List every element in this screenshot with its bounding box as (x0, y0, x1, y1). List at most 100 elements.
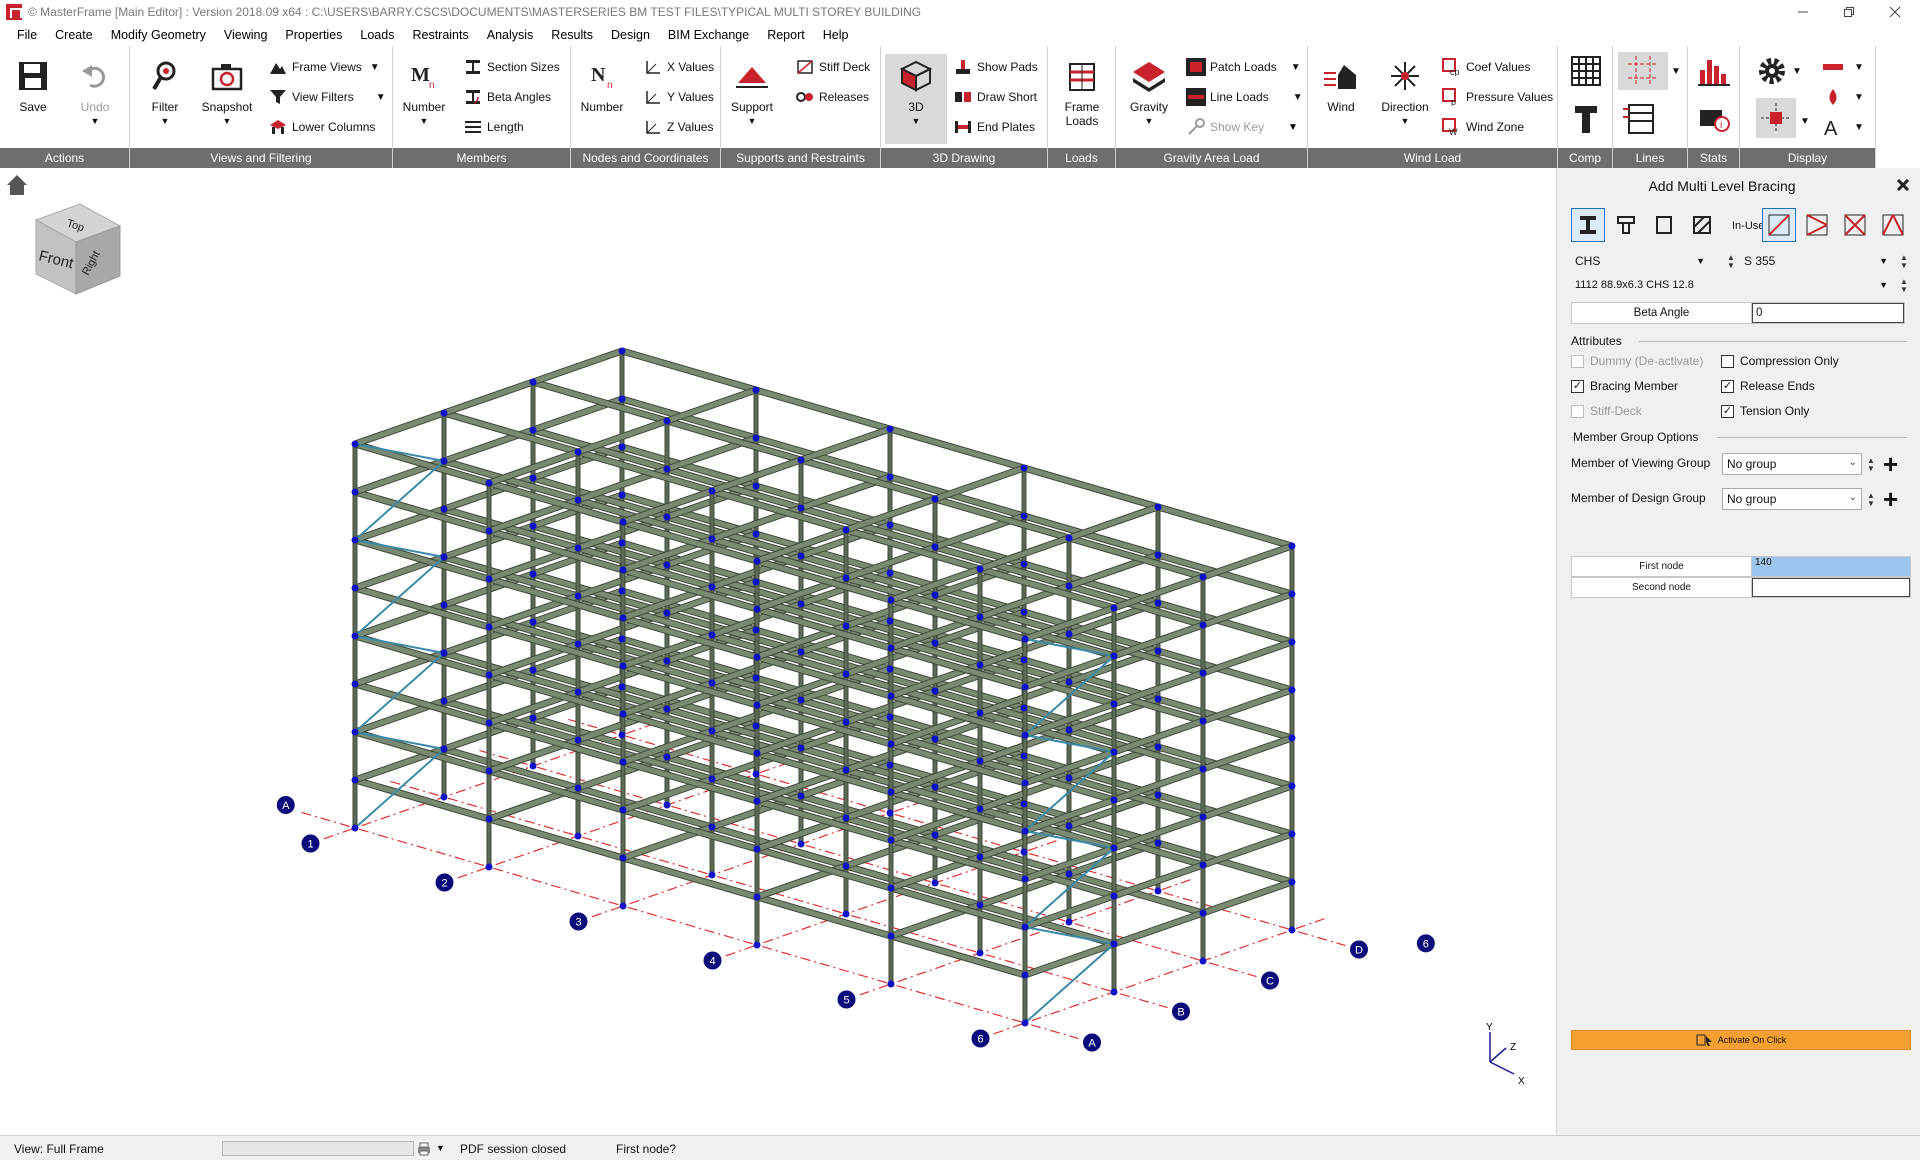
frame-node[interactable] (887, 644, 895, 652)
second-node-input[interactable] (1752, 578, 1910, 597)
frame-node[interactable] (618, 683, 626, 691)
frame-node[interactable] (351, 488, 359, 496)
frame-node[interactable] (842, 862, 850, 870)
close-window-button[interactable] (1872, 0, 1918, 24)
frame-node[interactable] (529, 618, 537, 626)
frame-node[interactable] (842, 622, 850, 630)
frame-node[interactable] (574, 448, 582, 456)
frame-node[interactable] (1288, 926, 1296, 934)
support-button[interactable]: Support ▼ (721, 54, 783, 144)
activate-on-click-button[interactable]: Activate On Click (1571, 1030, 1911, 1050)
frame-node[interactable] (752, 434, 760, 442)
frame-node[interactable] (1199, 573, 1207, 581)
release-ends-checkbox[interactable]: ✓ Release Ends (1721, 379, 1815, 393)
frame-node[interactable] (1154, 503, 1162, 511)
frame-node[interactable] (976, 805, 984, 813)
frame-node[interactable] (351, 440, 359, 448)
frame-node[interactable] (574, 544, 582, 552)
snapshot-button[interactable]: Snapshot ▼ (196, 54, 258, 144)
menu-modify-geometry[interactable]: Modify Geometry (102, 28, 215, 42)
frame-node[interactable] (619, 614, 627, 622)
frame-node[interactable] (1154, 647, 1162, 655)
menu-restraints[interactable]: Restraints (403, 28, 477, 42)
frame-node[interactable] (753, 797, 761, 805)
pressure-values-button[interactable]: p Pressure Values (1442, 86, 1553, 108)
bracing-type-k-button[interactable] (1800, 208, 1834, 242)
frame-node[interactable] (753, 605, 761, 613)
frame-node[interactable] (618, 731, 626, 739)
frame-node[interactable] (663, 657, 671, 665)
frame-node[interactable] (1199, 621, 1207, 629)
frame-node[interactable] (1288, 686, 1296, 694)
frame-node[interactable] (1199, 717, 1207, 725)
settings-button[interactable]: ▼ (1756, 54, 1802, 88)
frame-node[interactable] (1199, 909, 1207, 917)
frame-node[interactable] (931, 543, 939, 551)
frame-node[interactable] (1065, 534, 1073, 542)
frame-node[interactable] (1288, 782, 1296, 790)
panel-close-button[interactable] (1896, 176, 1910, 197)
frame-node[interactable] (1020, 512, 1028, 520)
frame-node[interactable] (708, 775, 716, 783)
frame-node[interactable] (1154, 791, 1162, 799)
frame-node[interactable] (663, 465, 671, 473)
frame-node[interactable] (887, 884, 895, 892)
stats-info-button[interactable]: i (1698, 102, 1730, 136)
frame-node[interactable] (1065, 678, 1073, 686)
tension-only-checkbox[interactable]: ✓ Tension Only (1721, 404, 1809, 418)
frame-node[interactable] (797, 744, 805, 752)
member-number-button[interactable]: Mn Number ▼ (393, 54, 455, 144)
frame-node[interactable] (1021, 779, 1029, 787)
frame-node[interactable] (797, 600, 805, 608)
frame-node[interactable] (440, 505, 448, 513)
add-design-group-button[interactable]: + (1883, 486, 1898, 512)
frame-node[interactable] (351, 584, 359, 592)
frame-node[interactable] (663, 705, 671, 713)
frame-node[interactable] (886, 713, 894, 721)
section-spinner[interactable]: ▲ ▼ (1900, 278, 1908, 294)
frame-node[interactable] (618, 539, 626, 547)
frame-node[interactable] (886, 761, 894, 769)
frame-node[interactable] (1020, 752, 1028, 760)
frame-node[interactable] (753, 845, 761, 853)
coef-values-button[interactable]: cp Coef Values (1442, 56, 1530, 78)
frame-node[interactable] (1020, 704, 1028, 712)
frame-node[interactable] (351, 728, 359, 736)
frame-node[interactable] (485, 671, 493, 679)
menu-loads[interactable]: Loads (351, 28, 403, 42)
3d-viewport[interactable]: Top Front Right 1 2 3 4 5 6 6 A A B C D Y Z X (0, 168, 1556, 1135)
frame-node[interactable] (886, 425, 894, 433)
patch-loads-button[interactable]: Patch Loads ▼ (1186, 56, 1301, 78)
stats-chart-button[interactable] (1698, 54, 1730, 88)
frame-node[interactable] (752, 770, 760, 778)
frame-node[interactable] (752, 386, 760, 394)
wind-button[interactable]: Wind (1310, 54, 1372, 144)
filter-button[interactable]: Filter ▼ (134, 54, 196, 144)
stiff-deck-checkbox[interactable]: Stiff-Deck (1571, 404, 1642, 418)
line-loads-button[interactable]: Line Loads ▼ (1186, 86, 1303, 108)
frame-node[interactable] (1021, 635, 1029, 643)
frame-node[interactable] (1110, 748, 1118, 756)
frame-node[interactable] (708, 583, 716, 591)
frame-node[interactable] (618, 587, 626, 595)
frame-node[interactable] (663, 801, 671, 809)
frame-node[interactable] (886, 569, 894, 577)
frame-node[interactable] (842, 670, 850, 678)
section-type-spinner[interactable]: ▲ ▼ (1727, 254, 1735, 270)
frame-node[interactable] (485, 719, 493, 727)
frame-node[interactable] (842, 814, 850, 822)
frame-node[interactable] (886, 809, 894, 817)
section-select[interactable]: 1112 88.9x6.3 CHS 12.8 ▼ (1571, 274, 1892, 296)
frame-node[interactable] (1021, 683, 1029, 691)
section-type-i-button[interactable] (1571, 208, 1605, 242)
bracing-type-x-button[interactable] (1838, 208, 1872, 242)
frame-node[interactable] (931, 831, 939, 839)
frame-node[interactable] (1020, 608, 1028, 616)
frame-node[interactable] (618, 395, 626, 403)
frame-node[interactable] (1154, 839, 1162, 847)
frame-node[interactable] (797, 792, 805, 800)
frame-node[interactable] (1199, 813, 1207, 821)
frame-node[interactable] (1021, 731, 1029, 739)
frame-node[interactable] (618, 491, 626, 499)
frame-node[interactable] (529, 378, 537, 386)
